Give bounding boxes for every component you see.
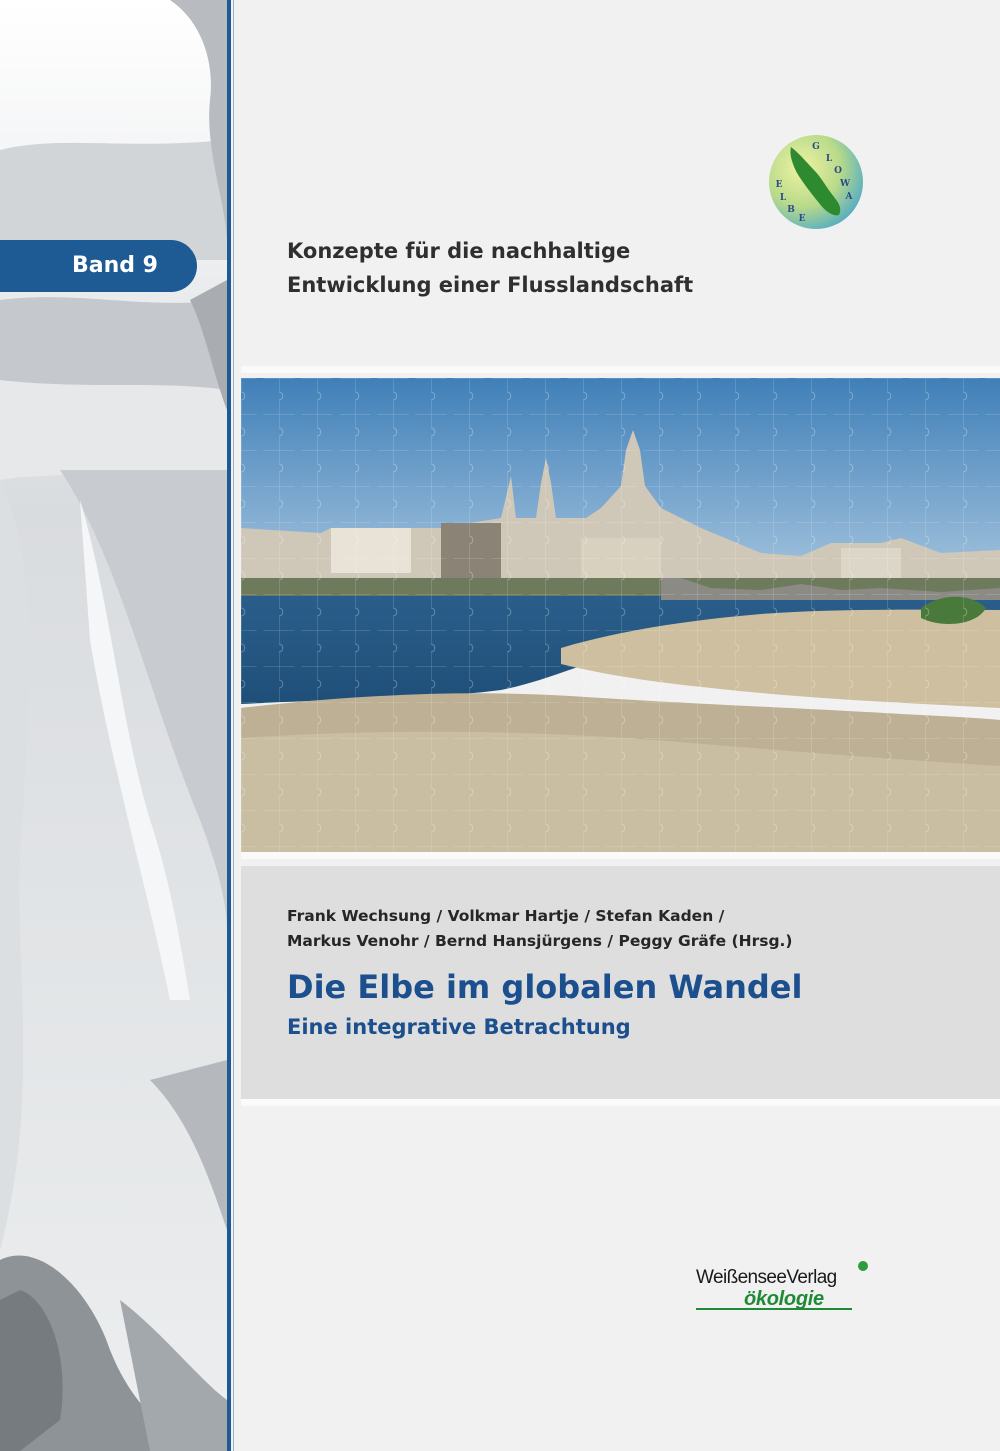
series-title: Konzepte für die nachhaltige Entwicklung… [287,234,807,302]
logo-letter-l2: L [780,193,787,203]
left-landscape-strip [0,0,227,1451]
cover-photo [241,378,1000,852]
photo-bottom-separator [241,852,1000,859]
band-tab: Band 9 [0,240,197,292]
spine-rule [227,0,231,1451]
logo-letter-g: G [812,142,820,152]
publisher-dot-icon [858,1261,868,1271]
authors-line-1: Frank Wechsung / Volkmar Hartje / Stefan… [287,907,725,925]
logo-letter-w: W [839,179,851,189]
book-subtitle: Eine integrative Betrachtung [287,1015,631,1039]
logo-letter-o: O [834,166,842,176]
panel-bottom-separator [241,1099,1000,1106]
logo-letter-b: B [787,205,795,215]
photo-top-separator [241,366,1000,373]
river-landscape-icon [0,0,227,1451]
logo-letter-l: L [826,154,833,164]
series-title-line-1: Konzepte für die nachhaltige [287,239,631,263]
spine-rule-thin [233,0,234,1451]
publisher-name: WeißenseeVerlag [696,1267,837,1288]
publisher-logo: WeißenseeVerlag ökologie [690,1258,880,1318]
authors-line-2: Markus Venohr / Bernd Hansjürgens / Pegg… [287,932,793,950]
book-title: Die Elbe im globalen Wandel [287,968,803,1006]
publisher-underline [696,1308,852,1310]
band-label: Band 9 [72,253,158,278]
series-title-line-2: Entwicklung einer Flusslandschaft [287,273,694,297]
authors: Frank Wechsung / Volkmar Hartje / Stefan… [287,904,793,954]
logo-letter-a: A [845,192,854,202]
logo-letter-e1: E [776,180,783,190]
glowa-elbe-logo: G L O W A E L B E [767,133,865,231]
dresden-elbe-puzzle-photo-icon [241,378,1000,852]
logo-letter-e2: E [799,214,806,224]
glowa-elbe-logo-icon: G L O W A E L B E [769,135,863,229]
